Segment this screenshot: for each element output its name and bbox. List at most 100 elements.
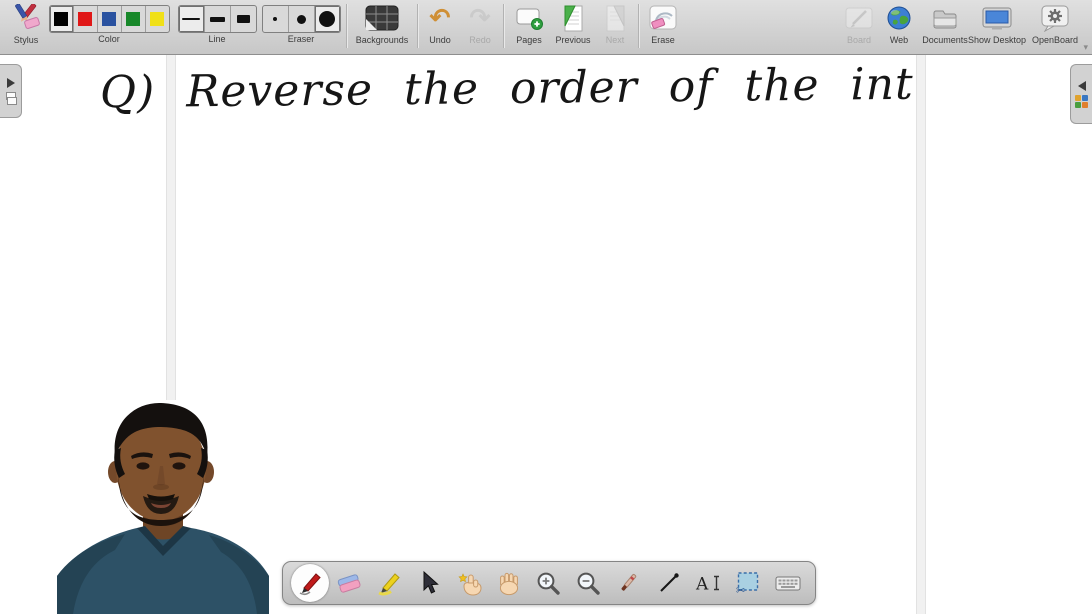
tool-selector[interactable] [411,563,448,603]
board-mode-icon [845,2,873,34]
eraser-size-box [261,5,341,33]
color-swatch[interactable] [49,6,74,32]
color-swatch[interactable] [98,6,122,32]
show-desktop-button[interactable]: Show Desktop [966,2,1028,45]
stylus-icon [9,2,43,34]
tool-highlighter[interactable] [371,563,408,603]
web-mode-button[interactable]: Web [882,2,916,45]
magnifier-plus-icon [538,572,561,595]
toolbar-separator [417,4,418,48]
pages-label: Pages [516,35,542,45]
magic-finger-icon [458,573,482,596]
tool-zoom-out[interactable] [570,563,607,603]
yellow-marker-icon [378,573,401,596]
tool-draw-line[interactable] [650,563,687,603]
stylus-button[interactable]: Stylus [4,2,48,45]
eraser-option[interactable] [263,6,289,32]
diagonal-line-icon [659,573,679,592]
page-stack-icon [5,92,17,105]
eraser-label: Eraser [287,34,315,44]
line-size-box [177,5,257,33]
color-swatch-box[interactable] [48,5,170,33]
tool-interact[interactable] [451,563,488,603]
arrow-cursor-icon [423,570,440,594]
stylus-toolbar: A ✂ [282,561,816,605]
toolbar-separator [503,4,504,48]
redo-icon: ↷ [469,3,491,32]
previous-page-button[interactable]: Previous [551,2,595,45]
documents-label: Documents [922,35,968,45]
library-grid-icon [1075,94,1088,108]
show-desktop-icon [982,2,1012,34]
openboard-settings-button[interactable]: OpenBoard [1026,2,1084,45]
pointer-stick-icon [621,573,637,591]
handwritten-text: Q) Reverse the order of the int [99,58,914,119]
previous-page-label: Previous [555,35,591,45]
tool-pen[interactable] [291,563,328,603]
tool-capture[interactable]: ✂ [730,563,767,603]
text-cursor-icon: A [695,575,719,595]
openboard-label: OpenBoard [1031,35,1079,45]
undo-icon: ↶ [429,3,451,32]
pages-button[interactable]: Pages [508,2,550,45]
next-page-icon [602,2,628,34]
board-mode-button[interactable]: Board [838,2,880,45]
backgrounds-button[interactable]: Backgrounds [350,2,414,45]
line-option[interactable] [231,6,256,32]
eraser-group: Eraser [261,2,341,44]
documents-folder-icon [931,2,959,34]
show-desktop-label: Show Desktop [967,35,1027,45]
redo-label: Redo [469,35,491,45]
toolbar-separator [346,4,347,48]
previous-page-icon [560,2,586,34]
color-label: Color [98,34,120,44]
capture-area-icon: ✂ [736,572,759,597]
eraser-option[interactable] [314,6,340,32]
erase-page-button[interactable]: Erase [642,2,684,45]
erase-page-label: Erase [651,35,675,45]
presenter-webcam-overlay [45,400,278,614]
redo-button[interactable]: ↷ Redo [461,2,499,45]
swatch-color [54,12,68,26]
toolbar-separator [638,4,639,48]
tool-pan[interactable] [491,563,528,603]
tool-zoom-in[interactable] [530,563,567,603]
documents-button[interactable]: Documents [918,2,972,45]
library-tab[interactable] [1070,64,1092,124]
keyboard-icon [775,576,801,591]
line-label: Line [208,34,226,44]
undo-button[interactable]: ↶ Undo [421,2,459,45]
tool-write-text[interactable]: A [690,563,727,603]
eraser-option[interactable] [289,6,315,32]
erase-page-icon [649,2,677,34]
swatch-color [78,12,92,26]
undo-label: Undo [429,35,451,45]
backgrounds-label: Backgrounds [355,35,409,45]
toolbar-overflow-caret[interactable]: ▾ [1083,42,1088,53]
page-margin-right [916,55,926,614]
svg-text:✂: ✂ [736,585,745,597]
page-navigator-tab[interactable] [0,64,22,118]
line-group: Line [177,2,257,44]
next-page-label: Next [605,35,625,45]
swatch-color [102,12,116,26]
line-option[interactable] [178,6,205,32]
web-globe-icon [886,2,912,34]
open-hand-icon [499,572,519,596]
color-swatch[interactable] [74,6,98,32]
backgrounds-icon [365,2,399,34]
top-toolbar: Stylus Color Line Eraser Backgrounds ↶ U… [0,0,1092,55]
swatch-color [150,12,164,26]
color-swatch[interactable] [122,6,146,32]
color-swatch[interactable] [146,6,169,32]
tool-laser-pointer[interactable] [610,563,647,603]
openboard-window: Stylus Color Line Eraser Backgrounds ↶ U… [0,0,1092,614]
line-option[interactable] [205,6,231,32]
svg-text:A: A [695,575,709,595]
tool-eraser[interactable] [331,563,368,603]
next-page-button[interactable]: Next [596,2,634,45]
tool-virtual-keyboard[interactable] [770,563,807,603]
stylus-label: Stylus [13,35,39,45]
magnifier-minus-icon [577,572,601,595]
eraser-icon [338,574,361,593]
